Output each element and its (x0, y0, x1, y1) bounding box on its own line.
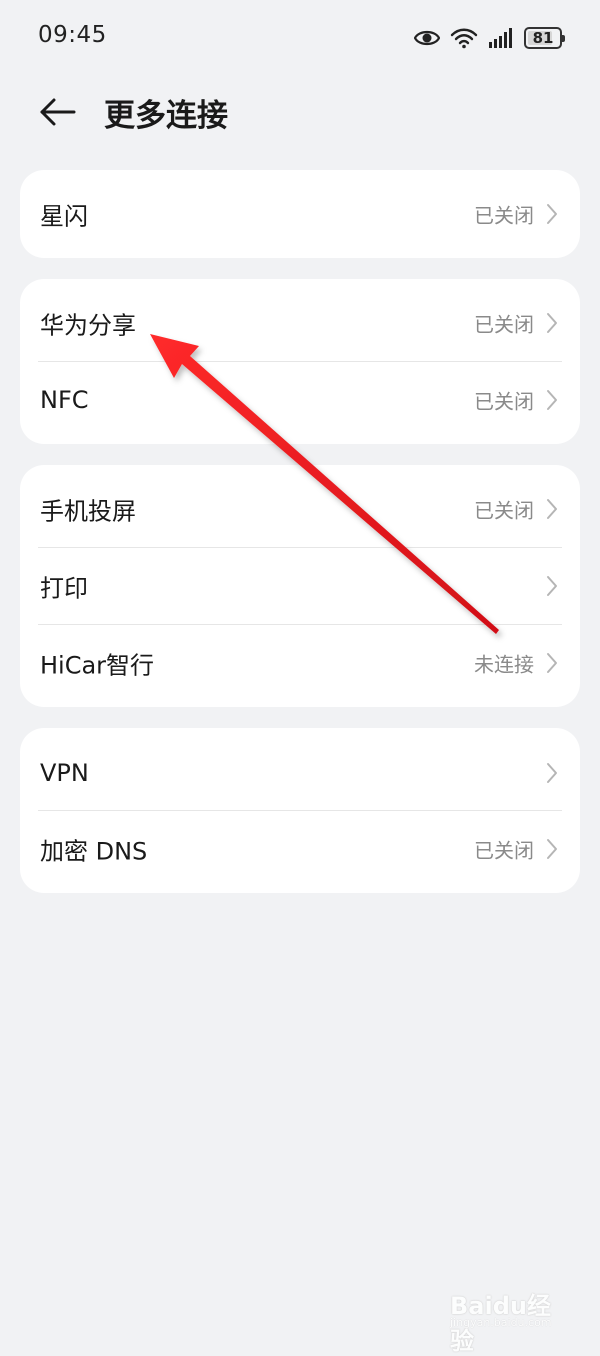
row-label: HiCar智行 (40, 651, 155, 680)
row-label: VPN (40, 759, 89, 787)
row-hicar[interactable]: HiCar智行 未连接 (20, 624, 580, 707)
arrow-left-icon[interactable] (36, 92, 80, 132)
row-status: 未连接 (474, 652, 534, 677)
row-label: 加密 DNS (40, 837, 148, 866)
divider (38, 547, 562, 548)
row-label: NFC (40, 386, 89, 414)
chevron-right-icon (547, 313, 557, 333)
watermark: Baidu经验 jingyan.baidu.com (450, 1282, 570, 1355)
chevron-right-icon (547, 576, 557, 596)
status-icons: 81 (414, 22, 565, 54)
row-status: 已关闭 (474, 838, 534, 863)
settings-group-4: VPN 加密 DNS 已关闭 (20, 728, 580, 893)
row-status: 已关闭 (474, 312, 534, 337)
row-status: 已关闭 (474, 498, 534, 523)
row-encrypted-dns[interactable]: 加密 DNS 已关闭 (20, 810, 580, 893)
row-label: 手机投屏 (40, 497, 136, 526)
status-time: 09:45 (38, 22, 107, 48)
battery-level: 81 (532, 29, 554, 47)
row-print[interactable]: 打印 (20, 547, 580, 624)
row-label: 打印 (40, 574, 88, 603)
row-label: 华为分享 (40, 311, 136, 340)
row-status: 已关闭 (474, 389, 534, 414)
row-huawei-share[interactable]: 华为分享 已关闭 (20, 279, 580, 361)
watermark-url: jingyan.baidu.com (450, 1316, 552, 1329)
row-status: 已关闭 (474, 203, 534, 228)
divider (38, 624, 562, 625)
row-screen-projection[interactable]: 手机投屏 已关闭 (20, 465, 580, 547)
status-bar: 09:45 81 (0, 0, 600, 76)
row-label: 星闪 (40, 202, 88, 231)
wifi-icon (450, 28, 478, 49)
page-title: 更多连接 (104, 98, 228, 134)
divider (38, 361, 562, 362)
eye-icon (414, 30, 440, 46)
row-nfc[interactable]: NFC 已关闭 (20, 361, 580, 444)
chevron-right-icon (547, 839, 557, 859)
chevron-right-icon (547, 763, 557, 783)
chevron-right-icon (547, 204, 557, 224)
settings-group-2: 华为分享 已关闭 NFC 已关闭 (20, 279, 580, 444)
chevron-right-icon (547, 499, 557, 519)
chevron-right-icon (547, 653, 557, 673)
header: 更多连接 (0, 76, 600, 148)
row-starflash[interactable]: 星闪 已关闭 (20, 170, 580, 258)
signal-icon (489, 28, 512, 48)
chevron-right-icon (547, 390, 557, 410)
settings-group-3: 手机投屏 已关闭 打印 HiCar智行 未连接 (20, 465, 580, 707)
row-vpn[interactable]: VPN (20, 728, 580, 810)
battery-icon: 81 (524, 27, 565, 49)
divider (38, 810, 562, 811)
settings-group-1: 星闪 已关闭 (20, 170, 580, 258)
